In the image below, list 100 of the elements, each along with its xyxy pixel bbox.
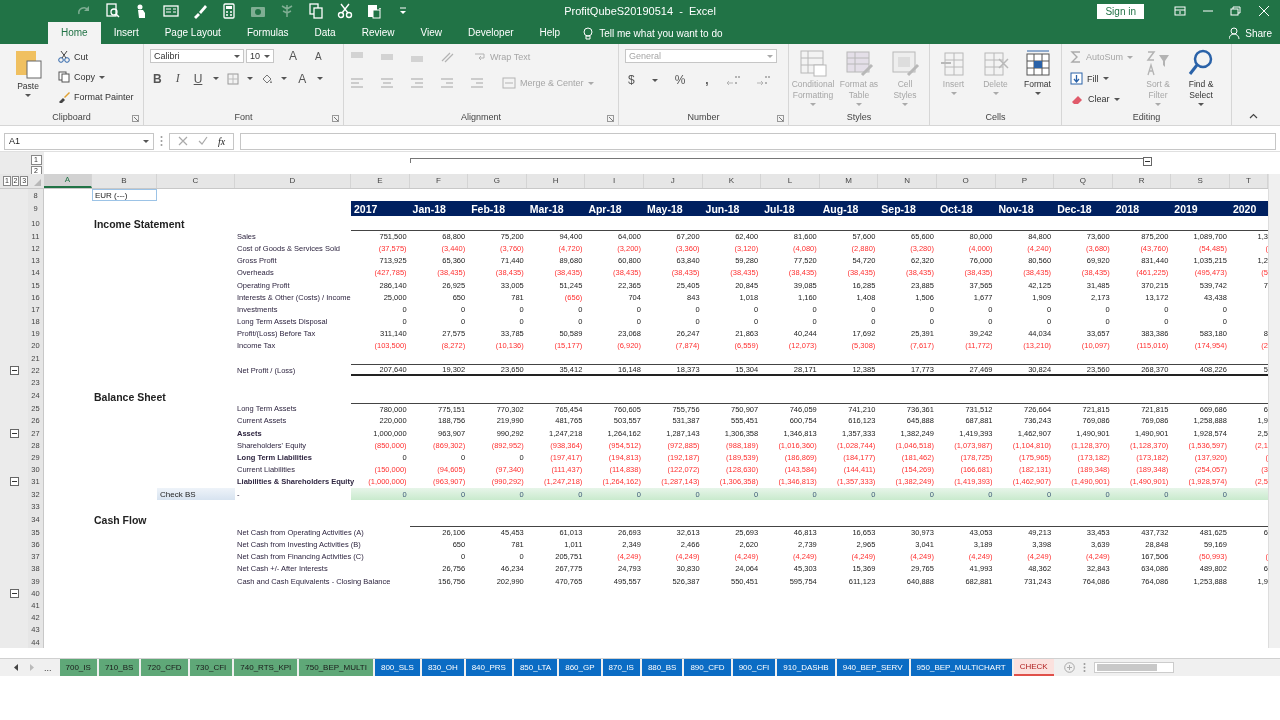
collapse-button[interactable] [1143, 157, 1152, 166]
dialog-launcher-icon[interactable] [132, 115, 139, 122]
font-color-button[interactable]: A [295, 71, 310, 86]
column-header[interactable]: N [878, 174, 937, 188]
collapse-ribbon-icon[interactable] [1249, 113, 1258, 119]
dialog-launcher-icon[interactable] [332, 115, 339, 122]
ribbon-tab[interactable]: Insert [100, 22, 152, 44]
sheet-tab[interactable]: 830_OH [421, 659, 464, 677]
sheet-tab[interactable]: 870_IS [602, 659, 640, 677]
column-header[interactable]: T [1229, 174, 1268, 188]
ribbon-tab[interactable]: View [407, 22, 455, 44]
column-header[interactable]: A [44, 174, 92, 188]
bold-button[interactable]: B [150, 71, 165, 86]
enter-icon[interactable] [198, 136, 208, 146]
paste-button[interactable]: Paste [6, 49, 50, 97]
sheet-tab[interactable]: 860_GP [559, 659, 601, 677]
collapse-button[interactable] [9, 428, 19, 438]
drag-handle-icon[interactable] [160, 135, 163, 147]
column-header[interactable]: H [526, 174, 586, 188]
cancel-icon[interactable] [178, 136, 188, 146]
sheet-tab[interactable]: 730_CFI [189, 659, 233, 677]
tell-me-field[interactable]: Tell me what you want to do [599, 27, 723, 39]
column-header[interactable]: C [157, 174, 235, 188]
copy-button[interactable]: Copy [56, 69, 136, 85]
find-select-button[interactable]: Find & Select [1181, 49, 1222, 106]
clipboard-icon[interactable] [366, 3, 382, 19]
drag-handle-icon[interactable] [1082, 662, 1086, 674]
sheet-tab[interactable]: 890_CFD [684, 659, 731, 677]
scroll-left-icon[interactable] [14, 664, 19, 672]
form-icon[interactable] [163, 3, 179, 19]
brush-icon[interactable] [192, 3, 208, 19]
increase-font-size-button[interactable]: A [286, 49, 300, 63]
ribbon-tab[interactable]: Data [301, 22, 349, 44]
ribbon-tab[interactable]: Home [48, 22, 101, 44]
sheet-tab[interactable]: 750_BEP_MULTI [299, 659, 373, 677]
insert-function-button[interactable]: fx [218, 135, 226, 147]
font-name-dropdown[interactable]: Calibri [150, 49, 244, 63]
italic-button[interactable]: I [172, 71, 183, 86]
column-header[interactable]: P [995, 174, 1055, 188]
column-header[interactable]: R [1112, 174, 1172, 188]
name-box[interactable]: A1 [4, 132, 154, 150]
sheet-tab[interactable]: 880_BS [641, 659, 683, 677]
ribbon-display-icon[interactable] [1174, 6, 1186, 16]
page-magnifier-icon[interactable] [105, 3, 121, 19]
sheet-tab[interactable]: 720_CFD [141, 659, 188, 677]
caret-icon[interactable] [281, 77, 288, 80]
more-sheets-button[interactable]: ... [44, 662, 52, 673]
fill-bucket-icon[interactable] [261, 72, 274, 85]
caret-icon[interactable] [247, 77, 254, 80]
column-header[interactable]: F [409, 174, 469, 188]
sheet-tab[interactable]: 950_BEP_MULTICHART [910, 659, 1012, 677]
ribbon-tab[interactable]: Help [526, 22, 574, 44]
scissors-icon[interactable] [337, 3, 353, 19]
sheet-tab[interactable]: CHECK [1013, 659, 1054, 677]
sheet-tab[interactable]: 850_LTA [513, 659, 558, 677]
sign-in-button[interactable]: Sign in [1097, 3, 1144, 19]
format-button[interactable]: Format [1017, 49, 1058, 95]
sheet-tab[interactable]: 740_RTS_KPI [234, 659, 298, 677]
column-header[interactable]: Q [1054, 174, 1113, 188]
sheet-tab[interactable]: 940_BEP_SERV [836, 659, 909, 677]
cut-button[interactable]: Cut [56, 49, 136, 65]
sheet-tab[interactable]: 840_PRS [465, 659, 512, 677]
column-header[interactable]: E [351, 174, 410, 188]
sheet-tab[interactable]: 800_SLS [374, 659, 420, 677]
column-header[interactable]: B [92, 174, 157, 188]
sheet-tab[interactable]: 710_BS [98, 659, 140, 677]
column-header[interactable]: L [761, 174, 820, 188]
calculator-icon[interactable] [221, 3, 237, 19]
column-header[interactable]: K [702, 174, 762, 188]
column-header[interactable]: D [235, 174, 351, 188]
column-header[interactable]: S [1171, 174, 1230, 188]
decrease-font-size-button[interactable]: A [312, 50, 325, 62]
fill-button[interactable]: Fill [1068, 70, 1136, 87]
formula-field[interactable] [240, 132, 1276, 150]
ribbon-tab[interactable]: Developer [455, 22, 527, 44]
ribbon-tab[interactable]: Page Layout [151, 22, 234, 44]
close-icon[interactable] [1258, 6, 1270, 16]
copy-icon[interactable] [308, 3, 324, 19]
caret-icon[interactable] [213, 77, 220, 80]
caret-icon[interactable] [317, 77, 324, 80]
sheet-tab[interactable]: 910_DASHB [777, 659, 835, 677]
collapse-button[interactable] [9, 477, 19, 487]
vertical-scrollbar[interactable] [1268, 174, 1280, 649]
share-button[interactable]: Share [1229, 22, 1280, 44]
add-sheet-icon[interactable] [1063, 662, 1075, 674]
collapse-button[interactable] [9, 588, 19, 598]
sheet-tab[interactable]: 700_IS [59, 659, 97, 677]
restore-icon[interactable] [1230, 6, 1242, 16]
ribbon-tab[interactable]: Review [348, 22, 408, 44]
column-header[interactable]: J [643, 174, 703, 188]
format-painter-button[interactable]: Format Painter [56, 89, 136, 105]
horizontal-scrollbar[interactable] [1093, 662, 1174, 674]
column-header[interactable]: M [819, 174, 879, 188]
column-header[interactable]: G [468, 174, 527, 188]
font-size-dropdown[interactable]: 10 [246, 49, 274, 63]
sheet-tab[interactable]: 900_CFI [732, 659, 776, 677]
column-header[interactable]: I [585, 174, 644, 188]
collapse-button[interactable] [9, 365, 19, 375]
ribbon-tab[interactable]: Formulas [233, 22, 302, 44]
underline-button[interactable]: U [190, 71, 206, 86]
